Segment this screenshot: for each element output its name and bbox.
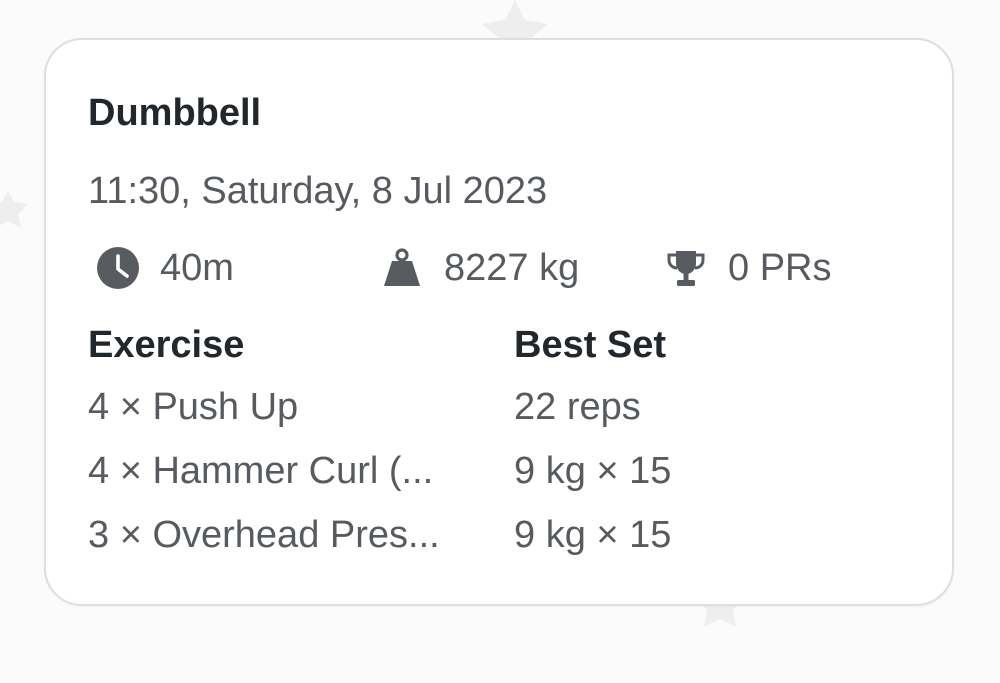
exercise-row: 4 × Hammer Curl (... 9 kg × 15 (46, 448, 952, 512)
exercise-row: 4 × Push Up 22 reps (46, 384, 952, 448)
stat-volume: 8227 kg (380, 240, 579, 296)
workout-card[interactable]: Dumbbell 11:30, Saturday, 8 Jul 2023 40m… (44, 38, 954, 606)
exercise-list: 4 × Push Up 22 reps 4 × Hammer Curl (...… (46, 384, 952, 576)
column-header-exercise: Exercise (88, 324, 245, 366)
workout-datetime: 11:30, Saturday, 8 Jul 2023 (88, 170, 548, 212)
stat-duration-value: 40m (160, 247, 234, 289)
stat-volume-value: 8227 kg (444, 247, 580, 289)
exercise-name: 4 × Push Up (88, 386, 299, 428)
stat-prs: 0 PRs (664, 240, 831, 296)
stat-duration: 40m (96, 240, 234, 296)
exercise-row: 3 × Overhead Pres... 9 kg × 15 (46, 512, 952, 576)
exercise-name: 3 × Overhead Pres... (88, 514, 440, 556)
clock-icon (96, 246, 140, 290)
best-set: 9 kg × 15 (514, 450, 672, 492)
weight-icon (380, 246, 424, 290)
trophy-icon (664, 246, 708, 290)
exercise-name: 4 × Hammer Curl (... (88, 450, 434, 492)
stat-prs-value: 0 PRs (728, 247, 832, 289)
workout-title: Dumbbell (88, 92, 262, 134)
column-header-best-set: Best Set (514, 324, 667, 366)
best-set: 22 reps (514, 386, 641, 428)
workout-stats: 40m 8227 kg 0 PRs (46, 240, 952, 296)
best-set: 9 kg × 15 (514, 514, 672, 556)
bg-star (0, 190, 28, 228)
